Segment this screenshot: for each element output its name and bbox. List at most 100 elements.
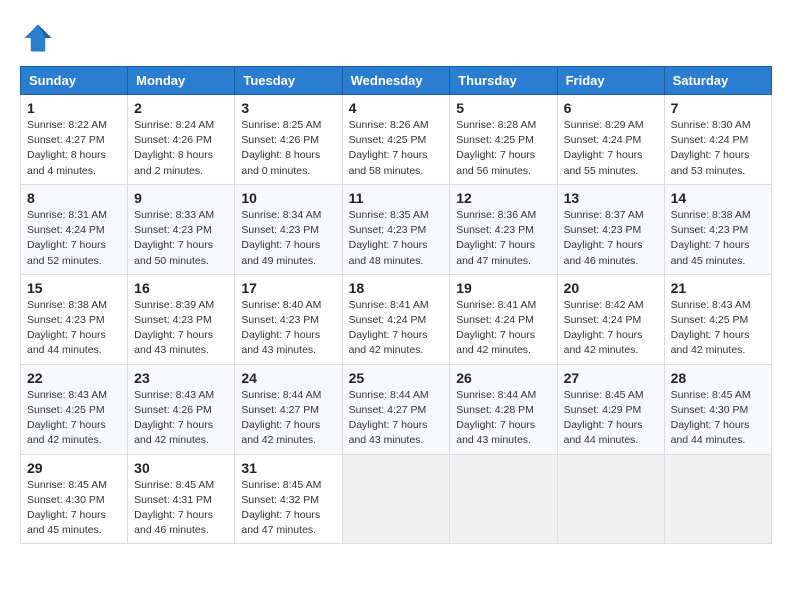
calendar-cell: 4 Sunrise: 8:26 AMSunset: 4:25 PMDayligh…	[342, 95, 450, 185]
day-info: Sunrise: 8:28 AMSunset: 4:25 PMDaylight:…	[456, 118, 550, 179]
day-number: 10	[241, 190, 335, 206]
day-info: Sunrise: 8:34 AMSunset: 4:23 PMDaylight:…	[241, 208, 335, 269]
calendar-cell: 8 Sunrise: 8:31 AMSunset: 4:24 PMDayligh…	[21, 184, 128, 274]
day-number: 5	[456, 100, 550, 116]
calendar-cell: 28 Sunrise: 8:45 AMSunset: 4:30 PMDaylig…	[664, 364, 771, 454]
calendar-week-row-1: 1 Sunrise: 8:22 AMSunset: 4:27 PMDayligh…	[21, 95, 772, 185]
calendar-weekday-friday: Friday	[557, 67, 664, 95]
calendar-weekday-saturday: Saturday	[664, 67, 771, 95]
calendar-weekday-wednesday: Wednesday	[342, 67, 450, 95]
calendar-cell: 9 Sunrise: 8:33 AMSunset: 4:23 PMDayligh…	[128, 184, 235, 274]
calendar-cell: 23 Sunrise: 8:43 AMSunset: 4:26 PMDaylig…	[128, 364, 235, 454]
day-info: Sunrise: 8:45 AMSunset: 4:30 PMDaylight:…	[671, 388, 765, 449]
day-number: 19	[456, 280, 550, 296]
day-info: Sunrise: 8:30 AMSunset: 4:24 PMDaylight:…	[671, 118, 765, 179]
day-number: 30	[134, 460, 228, 476]
day-info: Sunrise: 8:41 AMSunset: 4:24 PMDaylight:…	[349, 298, 444, 359]
day-info: Sunrise: 8:45 AMSunset: 4:31 PMDaylight:…	[134, 478, 228, 539]
calendar-cell	[450, 454, 557, 544]
day-info: Sunrise: 8:33 AMSunset: 4:23 PMDaylight:…	[134, 208, 228, 269]
day-number: 12	[456, 190, 550, 206]
calendar-cell: 16 Sunrise: 8:39 AMSunset: 4:23 PMDaylig…	[128, 274, 235, 364]
calendar-cell: 14 Sunrise: 8:38 AMSunset: 4:23 PMDaylig…	[664, 184, 771, 274]
day-info: Sunrise: 8:29 AMSunset: 4:24 PMDaylight:…	[564, 118, 658, 179]
calendar-cell: 13 Sunrise: 8:37 AMSunset: 4:23 PMDaylig…	[557, 184, 664, 274]
day-number: 29	[27, 460, 121, 476]
day-info: Sunrise: 8:35 AMSunset: 4:23 PMDaylight:…	[349, 208, 444, 269]
calendar-header-row: SundayMondayTuesdayWednesdayThursdayFrid…	[21, 67, 772, 95]
day-number: 27	[564, 370, 658, 386]
page-header	[20, 20, 772, 56]
day-number: 16	[134, 280, 228, 296]
calendar-week-row-4: 22 Sunrise: 8:43 AMSunset: 4:25 PMDaylig…	[21, 364, 772, 454]
day-info: Sunrise: 8:41 AMSunset: 4:24 PMDaylight:…	[456, 298, 550, 359]
calendar-cell: 15 Sunrise: 8:38 AMSunset: 4:23 PMDaylig…	[21, 274, 128, 364]
day-info: Sunrise: 8:38 AMSunset: 4:23 PMDaylight:…	[27, 298, 121, 359]
day-info: Sunrise: 8:36 AMSunset: 4:23 PMDaylight:…	[456, 208, 550, 269]
day-info: Sunrise: 8:43 AMSunset: 4:25 PMDaylight:…	[27, 388, 121, 449]
calendar-week-row-3: 15 Sunrise: 8:38 AMSunset: 4:23 PMDaylig…	[21, 274, 772, 364]
day-number: 26	[456, 370, 550, 386]
calendar-cell: 5 Sunrise: 8:28 AMSunset: 4:25 PMDayligh…	[450, 95, 557, 185]
calendar-cell	[664, 454, 771, 544]
day-number: 22	[27, 370, 121, 386]
day-number: 2	[134, 100, 228, 116]
calendar-cell: 31 Sunrise: 8:45 AMSunset: 4:32 PMDaylig…	[235, 454, 342, 544]
calendar-cell: 12 Sunrise: 8:36 AMSunset: 4:23 PMDaylig…	[450, 184, 557, 274]
calendar-cell: 17 Sunrise: 8:40 AMSunset: 4:23 PMDaylig…	[235, 274, 342, 364]
calendar-week-row-2: 8 Sunrise: 8:31 AMSunset: 4:24 PMDayligh…	[21, 184, 772, 274]
day-info: Sunrise: 8:22 AMSunset: 4:27 PMDaylight:…	[27, 118, 121, 179]
calendar-cell: 10 Sunrise: 8:34 AMSunset: 4:23 PMDaylig…	[235, 184, 342, 274]
day-number: 25	[349, 370, 444, 386]
calendar-weekday-thursday: Thursday	[450, 67, 557, 95]
calendar-cell: 22 Sunrise: 8:43 AMSunset: 4:25 PMDaylig…	[21, 364, 128, 454]
calendar-cell: 1 Sunrise: 8:22 AMSunset: 4:27 PMDayligh…	[21, 95, 128, 185]
calendar-cell: 26 Sunrise: 8:44 AMSunset: 4:28 PMDaylig…	[450, 364, 557, 454]
day-number: 28	[671, 370, 765, 386]
day-info: Sunrise: 8:40 AMSunset: 4:23 PMDaylight:…	[241, 298, 335, 359]
day-info: Sunrise: 8:44 AMSunset: 4:27 PMDaylight:…	[349, 388, 444, 449]
logo	[20, 20, 62, 56]
day-number: 15	[27, 280, 121, 296]
day-number: 31	[241, 460, 335, 476]
calendar-cell: 18 Sunrise: 8:41 AMSunset: 4:24 PMDaylig…	[342, 274, 450, 364]
day-number: 13	[564, 190, 658, 206]
logo-icon	[20, 20, 56, 56]
day-number: 4	[349, 100, 444, 116]
day-number: 9	[134, 190, 228, 206]
day-info: Sunrise: 8:44 AMSunset: 4:27 PMDaylight:…	[241, 388, 335, 449]
day-info: Sunrise: 8:25 AMSunset: 4:26 PMDaylight:…	[241, 118, 335, 179]
calendar-cell: 19 Sunrise: 8:41 AMSunset: 4:24 PMDaylig…	[450, 274, 557, 364]
day-number: 7	[671, 100, 765, 116]
day-number: 21	[671, 280, 765, 296]
calendar-cell: 21 Sunrise: 8:43 AMSunset: 4:25 PMDaylig…	[664, 274, 771, 364]
day-info: Sunrise: 8:38 AMSunset: 4:23 PMDaylight:…	[671, 208, 765, 269]
day-info: Sunrise: 8:43 AMSunset: 4:26 PMDaylight:…	[134, 388, 228, 449]
day-info: Sunrise: 8:39 AMSunset: 4:23 PMDaylight:…	[134, 298, 228, 359]
calendar-cell: 6 Sunrise: 8:29 AMSunset: 4:24 PMDayligh…	[557, 95, 664, 185]
calendar-cell	[557, 454, 664, 544]
calendar-weekday-tuesday: Tuesday	[235, 67, 342, 95]
day-number: 8	[27, 190, 121, 206]
calendar-week-row-5: 29 Sunrise: 8:45 AMSunset: 4:30 PMDaylig…	[21, 454, 772, 544]
day-number: 18	[349, 280, 444, 296]
calendar-table: SundayMondayTuesdayWednesdayThursdayFrid…	[20, 66, 772, 544]
day-info: Sunrise: 8:42 AMSunset: 4:24 PMDaylight:…	[564, 298, 658, 359]
calendar-cell: 27 Sunrise: 8:45 AMSunset: 4:29 PMDaylig…	[557, 364, 664, 454]
calendar-cell: 30 Sunrise: 8:45 AMSunset: 4:31 PMDaylig…	[128, 454, 235, 544]
calendar-cell	[342, 454, 450, 544]
calendar-cell: 24 Sunrise: 8:44 AMSunset: 4:27 PMDaylig…	[235, 364, 342, 454]
day-number: 11	[349, 190, 444, 206]
day-number: 20	[564, 280, 658, 296]
day-info: Sunrise: 8:43 AMSunset: 4:25 PMDaylight:…	[671, 298, 765, 359]
day-number: 6	[564, 100, 658, 116]
calendar-weekday-sunday: Sunday	[21, 67, 128, 95]
calendar-cell: 25 Sunrise: 8:44 AMSunset: 4:27 PMDaylig…	[342, 364, 450, 454]
calendar-cell: 2 Sunrise: 8:24 AMSunset: 4:26 PMDayligh…	[128, 95, 235, 185]
day-number: 14	[671, 190, 765, 206]
day-info: Sunrise: 8:37 AMSunset: 4:23 PMDaylight:…	[564, 208, 658, 269]
day-number: 23	[134, 370, 228, 386]
calendar-cell: 20 Sunrise: 8:42 AMSunset: 4:24 PMDaylig…	[557, 274, 664, 364]
calendar-cell: 3 Sunrise: 8:25 AMSunset: 4:26 PMDayligh…	[235, 95, 342, 185]
calendar-cell: 7 Sunrise: 8:30 AMSunset: 4:24 PMDayligh…	[664, 95, 771, 185]
